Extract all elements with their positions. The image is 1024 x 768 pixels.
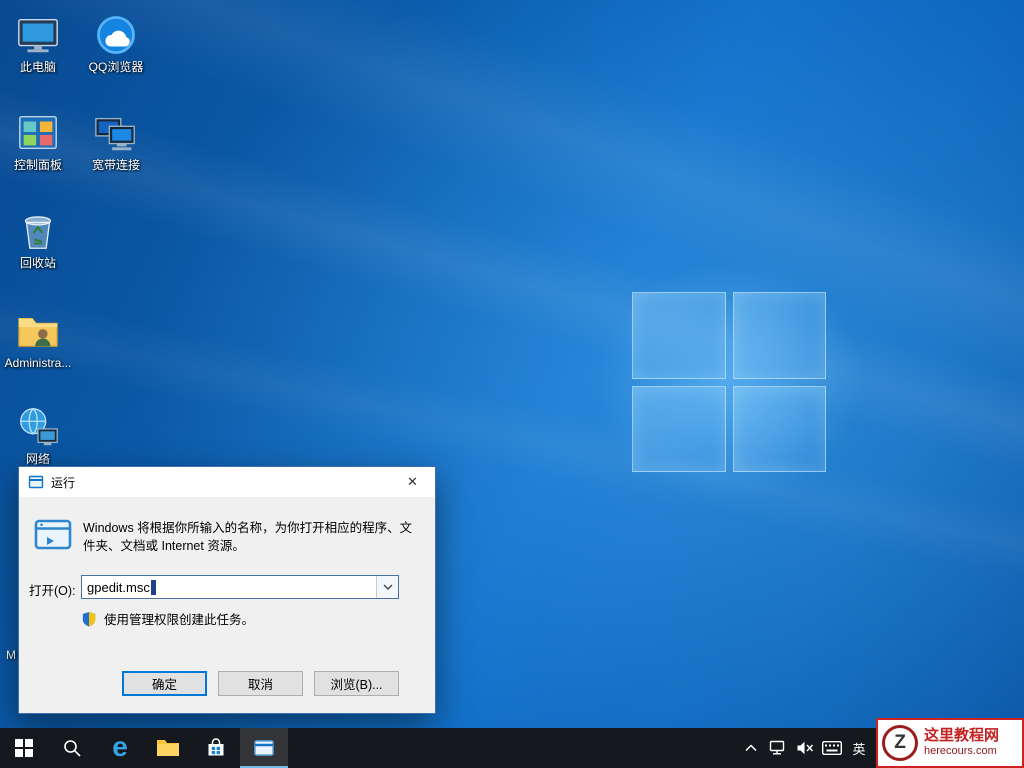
windows-logo — [632, 292, 826, 472]
dialog-titlebar[interactable]: 运行 ✕ — [19, 467, 435, 497]
desktop-icon-control-panel[interactable]: 控制面板 — [0, 110, 76, 173]
browse-button[interactable]: 浏览(B)... — [314, 671, 399, 696]
chevron-up-icon — [745, 744, 757, 752]
windows-logo-pane — [632, 292, 726, 379]
desktop-icon-this-pc[interactable]: 此电脑 — [0, 12, 76, 75]
network-ethernet-icon — [769, 740, 785, 755]
volume-muted-icon — [797, 741, 814, 755]
control-panel-icon — [19, 115, 57, 150]
desktop-icon-qq-browser[interactable]: QQ浏览器 — [78, 12, 154, 75]
watermark: Z 这里教程网 herecours.com — [876, 718, 1024, 768]
dropdown-arrow-icon[interactable] — [376, 576, 398, 598]
windows-start-icon — [15, 739, 33, 757]
admin-note-row: 使用管理权限创建此任务。 — [81, 609, 254, 628]
microsoft-store-button[interactable] — [192, 728, 240, 768]
network-icon — [20, 407, 58, 446]
taskbar: e 英 — [0, 728, 1024, 768]
start-button[interactable] — [0, 728, 48, 768]
dialog-title: 运行 — [51, 475, 76, 490]
desktop-icon-label: Administra... — [4, 357, 72, 370]
ok-button[interactable]: 确定 — [122, 671, 207, 696]
open-label: 打开(O): — [29, 584, 76, 598]
watermark-site-url: herecours.com — [924, 745, 997, 758]
windows-logo-pane — [732, 292, 826, 379]
edge-icon: e — [112, 730, 128, 762]
run-window-icon — [254, 740, 274, 756]
partial-icon-label: M — [6, 648, 16, 662]
run-dialog-taskbar-button[interactable] — [240, 728, 288, 768]
broadband-connection-icon — [95, 117, 135, 151]
dialog-buttons: 确定 取消 浏览(B)... — [19, 671, 399, 696]
admin-note: 使用管理权限创建此任务。 — [104, 613, 255, 627]
taskbar-app-icons: e — [0, 728, 288, 768]
network-status-button[interactable] — [765, 728, 791, 768]
run-dialog: 运行 ✕ Windows 将根据你所输入的名称，为你打开相应的程序、文件夹、文档… — [18, 466, 436, 714]
desktop-icon-label: 回收站 — [19, 257, 56, 270]
ime-language-label: 英 — [852, 741, 866, 757]
desktop-icon-recycle-bin[interactable]: 回收站 — [0, 208, 76, 271]
watermark-text: 这里教程网 herecours.com — [924, 727, 999, 758]
windows-logo-pane — [632, 385, 726, 472]
windows-logo-pane — [732, 385, 826, 472]
tray-expand-button[interactable] — [738, 728, 764, 768]
run-input-value[interactable]: gpedit.msc — [87, 580, 150, 595]
ime-indicator[interactable]: 英 — [846, 728, 872, 768]
uac-shield-icon — [81, 611, 97, 627]
run-window-icon — [28, 474, 44, 490]
desktop-icon-label: 宽带连接 — [91, 159, 140, 172]
cancel-button[interactable]: 取消 — [218, 671, 303, 696]
run-input[interactable]: gpedit.msc — [81, 575, 399, 599]
file-explorer-button[interactable] — [144, 728, 192, 768]
user-folder-icon — [18, 317, 58, 347]
store-bag-icon — [208, 738, 224, 756]
desktop-icon-label: 网络 — [25, 453, 50, 466]
desktop-icon-label: QQ浏览器 — [88, 61, 144, 74]
search-icon — [64, 740, 81, 757]
recycle-bin-icon — [24, 216, 52, 249]
search-button[interactable] — [48, 728, 96, 768]
watermark-site-name: 这里教程网 — [924, 727, 1000, 745]
close-icon[interactable]: ✕ — [390, 467, 435, 497]
run-icon — [33, 515, 73, 558]
desktop-icon-label: 控制面板 — [13, 159, 62, 172]
run-description: Windows 将根据你所输入的名称，为你打开相应的程序、文件夹、文档或 Int… — [83, 521, 413, 554]
desktop-icon-network[interactable]: 网络 — [0, 404, 76, 467]
touch-keyboard-button[interactable] — [819, 728, 845, 768]
watermark-logo: Z — [882, 725, 918, 761]
this-pc-icon — [18, 18, 58, 53]
volume-button[interactable] — [792, 728, 818, 768]
folder-icon — [157, 740, 179, 756]
desktop-icon-user-folder[interactable]: Administra... — [0, 308, 76, 371]
edge-browser-button[interactable]: e — [96, 728, 144, 768]
qq-browser-icon — [96, 15, 136, 55]
desktop-icon-label: 此电脑 — [19, 61, 56, 74]
desktop-icon-broadband[interactable]: 宽带连接 — [78, 110, 154, 173]
desktop-screen: 此电脑 QQ浏览器 控制面板 宽带连接 回收站 Administra... 网络… — [0, 0, 1024, 768]
text-caret — [150, 579, 156, 595]
keyboard-icon — [822, 741, 842, 755]
